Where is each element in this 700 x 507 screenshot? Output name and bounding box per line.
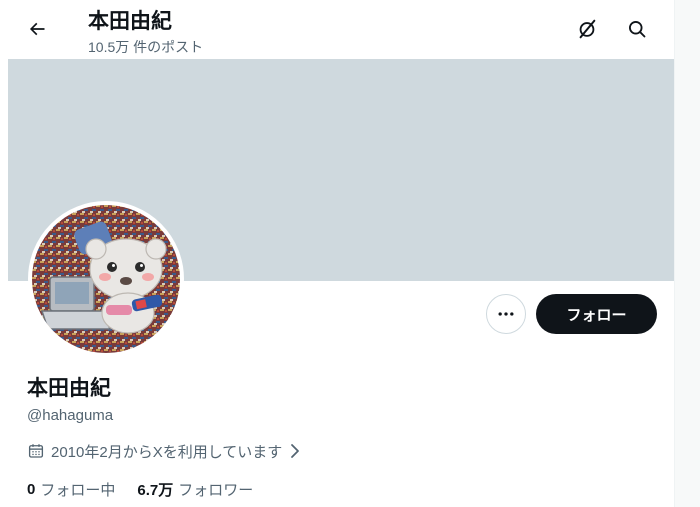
post-count: 10.5万 件のポスト [88,39,204,55]
joined-text: 2010年2月からXを利用しています [51,443,283,461]
user-handle: @hahaguma [27,407,114,424]
header-title: 本田由紀 [88,10,172,33]
back-arrow-icon [29,22,45,36]
follow-button[interactable]: フォロー [536,294,657,334]
following-label: フォロー中 [40,482,116,499]
calendar-icon [27,442,45,460]
avatar[interactable] [28,201,184,357]
grok-button[interactable] [570,12,604,46]
right-gutter [674,0,700,507]
display-name: 本田由紀 [27,377,111,400]
search-button[interactable] [620,12,654,46]
followers-link[interactable]: 6.7万 フォロワー [137,479,253,500]
followers-count: 6.7万 [137,482,174,499]
search-icon [629,21,646,38]
profile-page: 本田由紀 10.5万 件のポスト フォロー 本田由紀 @hahaguma 201… [0,0,700,507]
profile-header: 本田由紀 10.5万 件のポスト [8,0,674,59]
avatar-image [32,205,180,353]
following-link[interactable]: 0 フォロー中 [27,479,115,500]
more-icon [498,312,514,316]
follow-stats: 0 フォロー中 6.7万 フォロワー [27,479,253,500]
more-button[interactable] [486,294,526,334]
grok-icon [579,19,596,39]
main-column: 本田由紀 10.5万 件のポスト フォロー 本田由紀 @hahaguma 201… [8,0,674,507]
joined-date[interactable]: 2010年2月からXを利用しています [27,440,302,462]
chevron-right-icon [288,443,302,459]
followers-label: フォロワー [178,482,254,499]
following-count: 0 [27,481,36,498]
back-button[interactable] [20,12,54,46]
